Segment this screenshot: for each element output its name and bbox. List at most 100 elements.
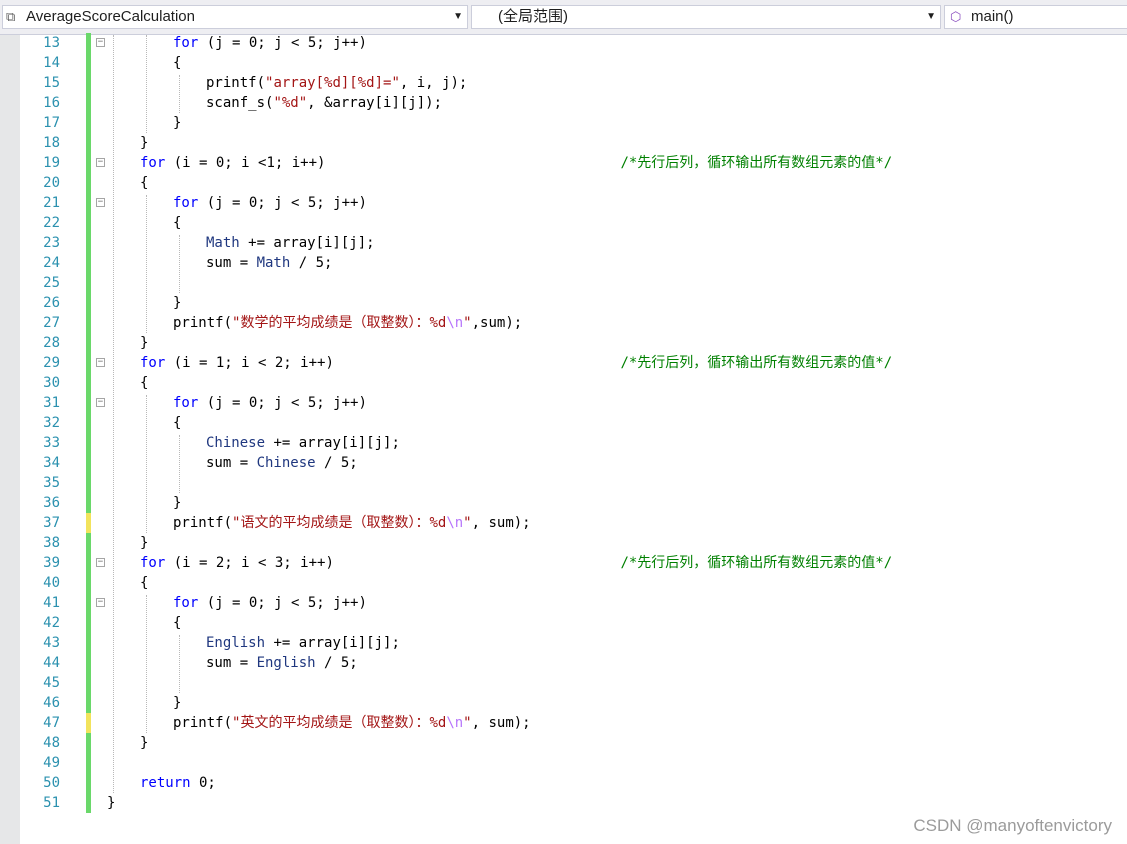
- code-line[interactable]: 20 {: [0, 173, 1127, 193]
- code-line[interactable]: 26}: [0, 293, 1127, 313]
- code-line[interactable]: 25: [0, 273, 1127, 293]
- navigation-bar: ⧉ AverageScoreCalculation ▼ (全局范围) ▼ ⬡ m…: [0, 0, 1127, 35]
- code-token: (j = 0; j < 5; j++): [198, 395, 367, 411]
- code-line[interactable]: 49: [0, 753, 1127, 773]
- code-text: {: [173, 213, 181, 233]
- collapse-icon[interactable]: −: [96, 598, 105, 607]
- code-line[interactable]: 39 − for (i = 2; i < 3; i++) /*先行后列，循环输出所有…: [0, 553, 1127, 573]
- code-line[interactable]: 37 printf("语文的平均成绩是（取整数）：%d\n", sum);: [0, 513, 1127, 533]
- code-line[interactable]: 33 Chinese += array[i][j];: [0, 433, 1127, 453]
- code-token: ": [463, 315, 472, 331]
- code-token: for: [173, 595, 199, 611]
- collapse-icon[interactable]: −: [96, 358, 105, 367]
- code-line[interactable]: 31 − for (j = 0; j < 5; j++): [0, 393, 1127, 413]
- code-token: (j = 0; j < 5; j++): [198, 35, 367, 51]
- code-line[interactable]: 50 return 0;: [0, 773, 1127, 793]
- code-line[interactable]: 48}: [0, 733, 1127, 753]
- collapse-icon[interactable]: −: [96, 398, 105, 407]
- code-line[interactable]: 44 sum = English / 5;: [0, 653, 1127, 673]
- line-number: 35: [43, 475, 60, 491]
- code-line[interactable]: 40 {: [0, 573, 1127, 593]
- code-line[interactable]: 36}: [0, 493, 1127, 513]
- code-token: "array[%d][%d]=": [265, 75, 400, 91]
- code-token: }: [140, 735, 149, 751]
- chevron-down-icon[interactable]: ▼: [453, 6, 463, 28]
- code-text: for (j = 0; j < 5; j++): [173, 33, 367, 53]
- code-line[interactable]: 47 printf("英文的平均成绩是（取整数）：%d\n", sum);: [0, 713, 1127, 733]
- line-number: 51: [43, 795, 60, 811]
- code-line[interactable]: 42 {: [0, 613, 1127, 633]
- code-line[interactable]: 24 sum = Math / 5;: [0, 253, 1127, 273]
- code-line[interactable]: 51}: [0, 793, 1127, 813]
- code-token: / 5;: [315, 655, 358, 671]
- code-line[interactable]: 18}: [0, 133, 1127, 153]
- line-number: 13: [43, 35, 60, 51]
- code-line[interactable]: 21 − for (j = 0; j < 5; j++): [0, 193, 1127, 213]
- line-number: 20: [43, 175, 60, 191]
- code-token: Chinese: [206, 435, 266, 451]
- line-number: 28: [43, 335, 60, 351]
- code-text: printf("语文的平均成绩是（取整数）：%d\n", sum);: [173, 513, 531, 533]
- code-text: {: [140, 373, 148, 393]
- code-token: printf(: [173, 315, 233, 331]
- code-editor[interactable]: 13− for (j = 0; j < 5; j++) 14{15 printf("a…: [0, 33, 1127, 844]
- code-line[interactable]: 41 − for (j = 0; j < 5; j++): [0, 593, 1127, 613]
- code-text: }: [173, 113, 181, 133]
- code-line[interactable]: 30 {: [0, 373, 1127, 393]
- code-line[interactable]: 16 scanf_s("%d", &array[i][j]);: [0, 93, 1127, 113]
- code-token: \n: [446, 515, 464, 531]
- saved-change-marker: [86, 393, 91, 413]
- code-token: += array[i][j];: [265, 435, 400, 451]
- code-line[interactable]: 28}: [0, 333, 1127, 353]
- code-text: }: [140, 333, 148, 353]
- project-dropdown[interactable]: ⧉ AverageScoreCalculation ▼: [2, 5, 468, 29]
- code-line[interactable]: 34 sum = Chinese / 5;: [0, 453, 1127, 473]
- code-token: {: [173, 215, 182, 231]
- code-token: "语文的平均成绩是（取整数）：%d: [232, 515, 447, 531]
- saved-change-marker: [86, 253, 91, 273]
- code-line[interactable]: 45: [0, 673, 1127, 693]
- code-text: }: [173, 293, 181, 313]
- indent-guide: [146, 595, 147, 733]
- chevron-down-icon[interactable]: ▼: [926, 6, 936, 28]
- code-token: }: [173, 115, 182, 131]
- indent-guide: [179, 235, 180, 293]
- code-line[interactable]: 35: [0, 473, 1127, 493]
- code-line[interactable]: 32 {: [0, 413, 1127, 433]
- code-line[interactable]: 27 printf("数学的平均成绩是（取整数）：%d\n",sum);: [0, 313, 1127, 333]
- collapse-icon[interactable]: −: [96, 158, 105, 167]
- member-dropdown[interactable]: ⬡ main(): [944, 5, 1127, 29]
- code-line[interactable]: 46}: [0, 693, 1127, 713]
- code-line[interactable]: 14 {: [0, 53, 1127, 73]
- collapse-icon[interactable]: −: [96, 198, 105, 207]
- code-token: ": [463, 515, 472, 531]
- code-line[interactable]: 29 − for (i = 1; i < 2; i++) /*先行后列，循环输出所有…: [0, 353, 1127, 373]
- line-number: 18: [43, 135, 60, 151]
- line-number: 34: [43, 455, 60, 471]
- code-token: ": [463, 715, 472, 731]
- code-line[interactable]: 22 {: [0, 213, 1127, 233]
- saved-change-marker: [86, 333, 91, 353]
- code-line[interactable]: 19 − for (i = 0; i <1; i++) /*先行后列，循环输出所有数…: [0, 153, 1127, 173]
- line-number: 36: [43, 495, 60, 511]
- code-text: English += array[i][j];: [206, 633, 400, 653]
- code-line[interactable]: 13 − for (j = 0; j < 5; j++): [0, 33, 1127, 53]
- code-line[interactable]: 17}: [0, 113, 1127, 133]
- saved-change-marker: [86, 213, 91, 233]
- code-token: (i = 2; i < 3; i++): [165, 555, 621, 571]
- code-token: for: [140, 155, 166, 171]
- code-token: (i = 0; i <1; i++): [165, 155, 621, 171]
- collapse-icon[interactable]: −: [96, 38, 105, 47]
- code-line[interactable]: 15 printf("array[%d][%d]=", i, j);: [0, 73, 1127, 93]
- code-token: (j = 0; j < 5; j++): [198, 195, 367, 211]
- code-token: {: [140, 175, 149, 191]
- code-line[interactable]: 43 English += array[i][j];: [0, 633, 1127, 653]
- code-token: }: [173, 495, 182, 511]
- scope-dropdown[interactable]: (全局范围) ▼: [471, 5, 941, 29]
- code-line[interactable]: 38}: [0, 533, 1127, 553]
- code-token: "数学的平均成绩是（取整数）：%d: [232, 315, 447, 331]
- code-text: for (j = 0; j < 5; j++): [173, 593, 367, 613]
- saved-change-marker: [86, 373, 91, 393]
- code-line[interactable]: 23 Math += array[i][j];: [0, 233, 1127, 253]
- collapse-icon[interactable]: −: [96, 558, 105, 567]
